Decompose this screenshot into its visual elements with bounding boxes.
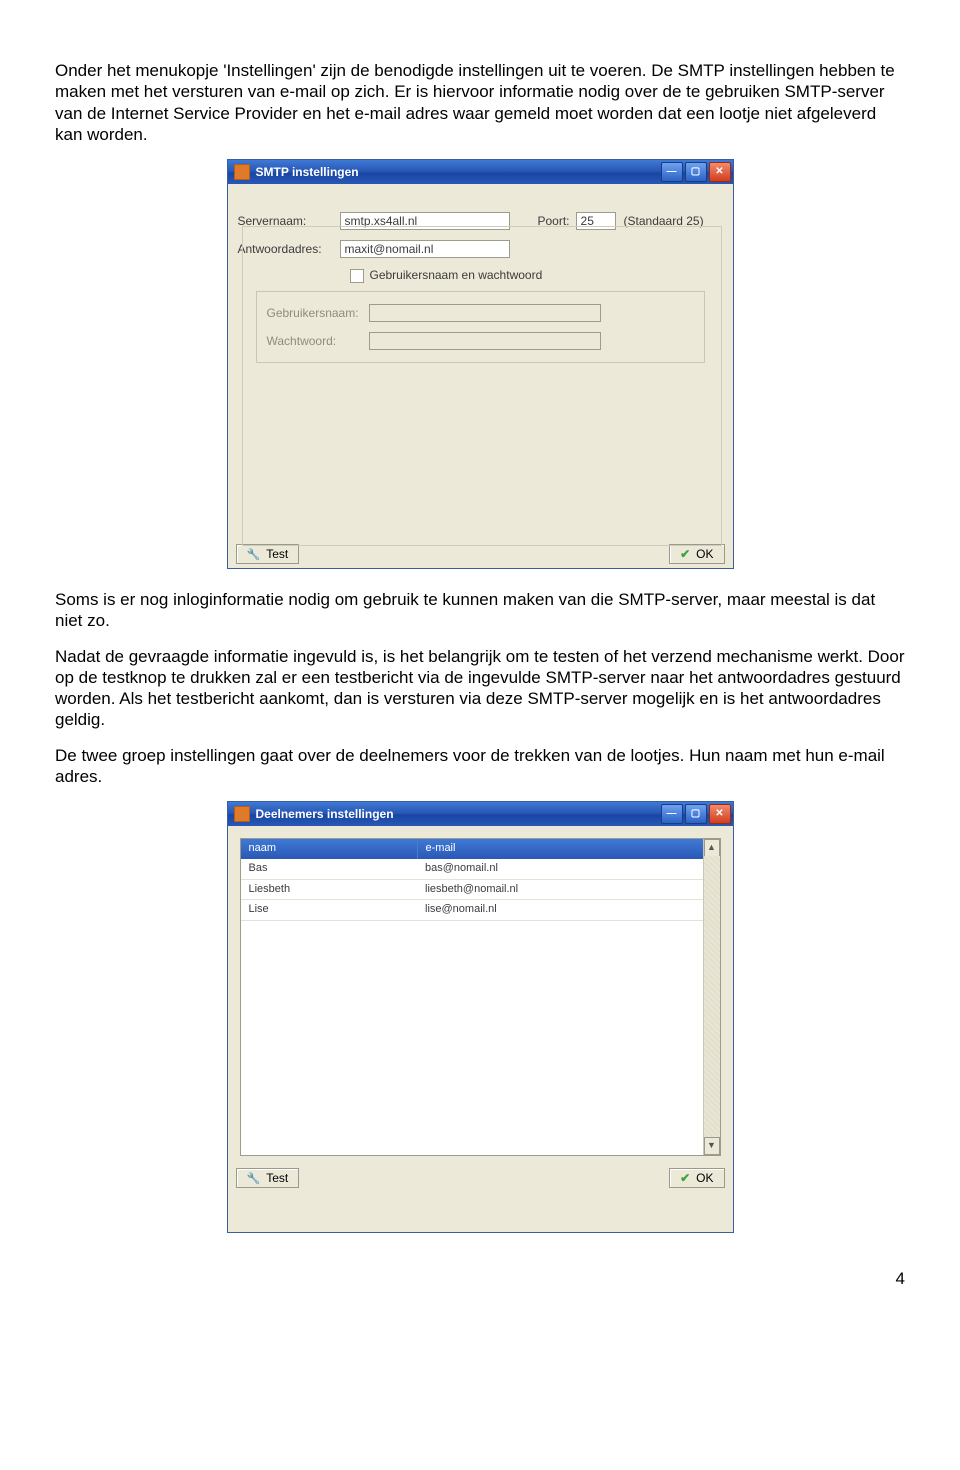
paragraph: Onder het menukopje 'Instellingen' zijn …	[55, 60, 905, 145]
app-icon	[234, 806, 250, 822]
deelnemers-titlebar[interactable]: Deelnemers instellingen — ▢ ✕	[228, 802, 733, 826]
gebruikersnaam-label: Gebruikersnaam:	[267, 306, 369, 321]
auth-checkbox-label: Gebruikersnaam en wachtwoord	[370, 268, 543, 283]
test-button[interactable]: 🔧 Test	[236, 544, 300, 564]
page-number: 4	[896, 1268, 905, 1289]
maximize-button[interactable]: ▢	[685, 162, 707, 182]
minimize-button[interactable]: —	[661, 804, 683, 824]
test-button[interactable]: 🔧 Test	[236, 1168, 300, 1188]
cell-email[interactable]: lise@nomail.nl	[417, 900, 719, 921]
wachtwoord-label: Wachtwoord:	[267, 334, 369, 349]
poort-input[interactable]	[576, 212, 616, 230]
ok-label: OK	[696, 547, 713, 561]
col-naam[interactable]: naam	[241, 839, 418, 859]
table-header-row[interactable]: naam e-mail	[241, 839, 720, 859]
participants-table-wrap: naam e-mail Bas bas@nomail.nl Liesbeth l…	[240, 838, 721, 1156]
ok-button[interactable]: ✔ OK	[669, 1168, 724, 1188]
col-email[interactable]: e-mail	[417, 839, 719, 859]
antwoord-input[interactable]	[340, 240, 510, 258]
tools-icon: 🔧	[247, 548, 261, 561]
check-icon: ✔	[680, 547, 690, 561]
participants-table[interactable]: naam e-mail Bas bas@nomail.nl Liesbeth l…	[241, 839, 720, 921]
table-row[interactable]: Bas bas@nomail.nl	[241, 859, 720, 879]
deelnemers-title: Deelnemers instellingen	[256, 807, 661, 822]
gebruikersnaam-input[interactable]	[369, 304, 601, 322]
check-icon: ✔	[680, 1171, 690, 1185]
poort-label: Poort:	[538, 214, 570, 229]
test-label: Test	[266, 547, 288, 561]
ok-label: OK	[696, 1171, 713, 1185]
deelnemers-window: Deelnemers instellingen — ▢ ✕ naam e-mai…	[227, 801, 734, 1233]
paragraph: De twee groep instellingen gaat over de …	[55, 745, 905, 788]
scroll-down-icon[interactable]: ▼	[704, 1137, 720, 1155]
paragraph: Soms is er nog inloginformatie nodig om …	[55, 589, 905, 632]
cell-naam[interactable]: Lise	[241, 900, 418, 921]
ok-button[interactable]: ✔ OK	[669, 544, 724, 564]
antwoord-label: Antwoordadres:	[238, 242, 340, 257]
wachtwoord-input[interactable]	[369, 332, 601, 350]
app-icon	[234, 164, 250, 180]
cell-naam[interactable]: Liesbeth	[241, 879, 418, 900]
servernaam-label: Servernaam:	[238, 214, 340, 229]
smtp-title: SMTP instellingen	[256, 165, 661, 180]
scroll-track[interactable]	[704, 856, 720, 1138]
minimize-button[interactable]: —	[661, 162, 683, 182]
scrollbar[interactable]: ▲ ▼	[703, 839, 720, 1155]
maximize-button[interactable]: ▢	[685, 804, 707, 824]
cell-naam[interactable]: Bas	[241, 859, 418, 879]
scroll-up-icon[interactable]: ▲	[704, 839, 720, 857]
poort-note: (Standaard 25)	[624, 214, 704, 229]
test-label: Test	[266, 1171, 288, 1185]
cell-email[interactable]: bas@nomail.nl	[417, 859, 719, 879]
auth-checkbox[interactable]	[350, 269, 364, 283]
smtp-window: SMTP instellingen — ▢ ✕ Servernaam: Poor…	[227, 159, 734, 569]
auth-groupbox: Gebruikersnaam: Wachtwoord:	[256, 291, 705, 363]
smtp-titlebar[interactable]: SMTP instellingen — ▢ ✕	[228, 160, 733, 184]
close-button[interactable]: ✕	[709, 162, 731, 182]
cell-email[interactable]: liesbeth@nomail.nl	[417, 879, 719, 900]
tools-icon: 🔧	[247, 1172, 261, 1185]
table-row[interactable]: Lise lise@nomail.nl	[241, 900, 720, 921]
servernaam-input[interactable]	[340, 212, 510, 230]
paragraph: Nadat de gevraagde informatie ingevuld i…	[55, 646, 905, 731]
table-row[interactable]: Liesbeth liesbeth@nomail.nl	[241, 879, 720, 900]
close-button[interactable]: ✕	[709, 804, 731, 824]
